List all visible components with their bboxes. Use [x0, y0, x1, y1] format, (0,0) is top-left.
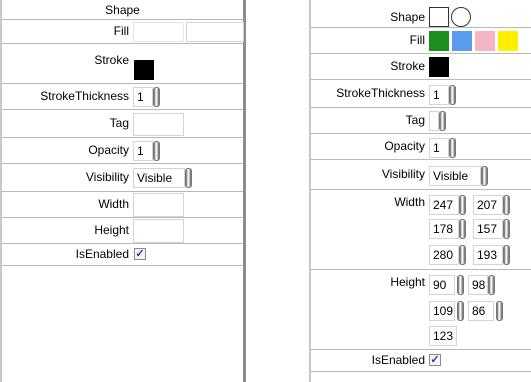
width-spinner-2[interactable]	[503, 195, 510, 215]
opacity-spinner[interactable]	[449, 138, 456, 158]
stroke-color-swatch[interactable]	[134, 60, 154, 80]
fill-row: Fill	[311, 28, 531, 54]
fill-row: Fill	[2, 20, 244, 44]
width-input-3[interactable]: 178	[429, 219, 459, 239]
stroke-thickness-label: StrokeThickness	[336, 86, 425, 100]
opacity-input[interactable]: 1	[133, 141, 153, 161]
height-row: Height 90 98 109 86 123	[311, 270, 531, 350]
width-input-4[interactable]: 157	[473, 219, 503, 239]
fill-picker[interactable]	[133, 22, 184, 42]
opacity-input[interactable]: 1	[429, 138, 449, 158]
isenabled-row: IsEnabled ✓	[2, 244, 243, 266]
fill-pink-swatch[interactable]	[475, 31, 495, 51]
width-input[interactable]	[133, 193, 184, 217]
fill-label: Fill	[113, 24, 129, 38]
visibility-spinner[interactable]	[185, 168, 192, 188]
isenabled-label: IsEnabled	[75, 247, 129, 261]
opacity-row: Opacity 1	[311, 134, 531, 160]
width-label: Width	[394, 195, 425, 209]
stroke-color-swatch[interactable]	[429, 57, 449, 77]
stroke-thickness-spinner[interactable]	[449, 85, 456, 105]
opacity-spinner[interactable]	[153, 141, 160, 161]
height-label: Height	[94, 223, 129, 237]
stroke-thickness-spinner[interactable]	[153, 87, 160, 107]
height-input-5[interactable]: 123	[429, 326, 457, 346]
visibility-spinner[interactable]	[481, 166, 488, 186]
height-input-1[interactable]: 90	[429, 275, 455, 295]
height-input-2[interactable]: 98	[468, 275, 488, 295]
height-label: Height	[390, 275, 425, 289]
visibility-label: Visibility	[381, 167, 425, 181]
width-spinner-3[interactable]	[459, 219, 466, 239]
tag-input[interactable]	[133, 113, 184, 136]
height-input[interactable]	[133, 219, 184, 243]
tag-spinner[interactable]	[439, 111, 446, 131]
height-input-3[interactable]: 109	[429, 301, 455, 321]
height-spinner-2[interactable]	[488, 275, 495, 295]
shape-label: Shape	[390, 10, 425, 24]
height-spinner-4[interactable]	[496, 301, 503, 321]
stroke-row: Stroke	[311, 54, 531, 80]
fill-green-swatch[interactable]	[429, 31, 449, 51]
fill-blue-swatch[interactable]	[452, 31, 472, 51]
width-row: Width 247 207 178 157 280 193	[311, 190, 531, 270]
left-property-panel: Shape Fill Stroke StrokeThickness 1 Tag …	[0, 0, 246, 382]
width-input-1[interactable]: 247	[429, 195, 459, 215]
width-spinner-1[interactable]	[459, 195, 466, 215]
opacity-label: Opacity	[88, 143, 129, 157]
isenabled-checkbox[interactable]: ✓	[134, 248, 146, 260]
fill-yellow-swatch[interactable]	[498, 31, 518, 51]
stroke-thickness-input[interactable]: 1	[429, 85, 449, 105]
tag-row: Tag	[311, 108, 531, 134]
stroke-label: Stroke	[390, 59, 425, 73]
fill-label: Fill	[409, 33, 425, 47]
isenabled-label: IsEnabled	[371, 353, 425, 367]
width-spinner-6[interactable]	[503, 245, 510, 265]
width-input-6[interactable]: 193	[473, 245, 503, 265]
stroke-label: Stroke	[94, 53, 129, 67]
isenabled-row: IsEnabled ✓	[311, 350, 531, 372]
stroke-row: Stroke	[2, 44, 243, 84]
stroke-thickness-label: StrokeThickness	[40, 89, 129, 103]
visibility-label: Visibility	[85, 170, 129, 184]
tag-input[interactable]	[429, 111, 439, 131]
visibility-row: Visibility Visible	[311, 160, 531, 190]
tag-label: Tag	[405, 113, 425, 127]
stroke-thickness-row: StrokeThickness 1	[311, 80, 531, 108]
right-property-panel: Shape Fill Stroke StrokeThickness 1 Tag …	[309, 0, 531, 382]
visibility-input[interactable]: Visible	[133, 168, 185, 188]
visibility-row: Visibility Visible	[2, 164, 243, 192]
width-input-2[interactable]: 207	[473, 195, 503, 215]
square-icon[interactable]	[429, 7, 449, 27]
width-spinner-5[interactable]	[459, 245, 466, 265]
height-spinner-1[interactable]	[457, 275, 464, 295]
width-label: Width	[98, 197, 129, 211]
opacity-label: Opacity	[384, 139, 425, 153]
visibility-input[interactable]: Visible	[429, 166, 481, 186]
height-row: Height	[2, 218, 243, 244]
shape-header: Shape	[105, 3, 140, 17]
tag-label: Tag	[109, 116, 129, 130]
width-spinner-4[interactable]	[503, 219, 510, 239]
width-input-5[interactable]: 280	[429, 245, 459, 265]
circle-icon[interactable]	[451, 7, 471, 27]
fill-extra-box[interactable]	[186, 22, 244, 42]
stroke-thickness-input[interactable]: 1	[133, 87, 153, 107]
height-spinner-3[interactable]	[457, 301, 464, 321]
width-row: Width	[2, 192, 243, 218]
shape-header-row: Shape	[2, 0, 243, 20]
height-input-4[interactable]: 86	[468, 301, 494, 321]
tag-row: Tag	[2, 110, 243, 138]
stroke-thickness-row: StrokeThickness 1	[2, 84, 243, 110]
isenabled-checkbox[interactable]: ✓	[429, 354, 441, 366]
shape-row: Shape	[311, 6, 531, 28]
opacity-row: Opacity 1	[2, 138, 243, 164]
